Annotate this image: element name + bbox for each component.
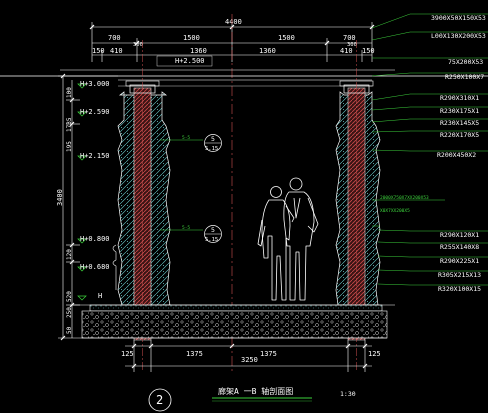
level-h: H xyxy=(98,292,102,300)
drawing-scale: 1:30 xyxy=(340,390,356,398)
dim-bottom-seg-2: 1375 xyxy=(186,350,203,358)
level-h2150: H+2.150 xyxy=(80,152,110,160)
spec-12: R290X225X1 xyxy=(440,257,479,265)
dim-top-small-2: 300 xyxy=(347,42,357,48)
spec-4: R250X100X7 xyxy=(445,73,484,81)
dim-top-sub-6: 150 xyxy=(362,47,375,55)
dim-overall-top: 4400 xyxy=(225,18,242,26)
dim-left-part-7: 50 xyxy=(66,326,73,334)
spec-11: R255X140X8 xyxy=(440,243,479,251)
callout-lower-num: 5 xyxy=(211,226,215,234)
spec-14: R320X100X15 xyxy=(438,285,481,293)
level-h0800: H+0.800 xyxy=(80,235,110,243)
pergola-beam: H+2.500 xyxy=(0,55,488,87)
spec-8: R220X170X5 xyxy=(440,131,479,139)
dim-left-total: 3400 xyxy=(56,189,64,206)
drawing-title-block: 2 廊架A 一B 轴剖面图 1:30 xyxy=(148,386,356,412)
spec-note-1: 2000X750X7XX200X53 xyxy=(380,195,429,201)
spec-10: R290X120X1 xyxy=(440,231,479,239)
callout-upper-sheet: 5.15 xyxy=(205,146,218,152)
spec-13: R305X215X13 xyxy=(438,271,481,279)
dim-top-seg-2: 1500 xyxy=(183,34,200,42)
dim-top-seg-1: 700 xyxy=(108,34,121,42)
dim-left-part-4: 120 xyxy=(66,249,73,260)
dim-top-sub-5: 410 xyxy=(340,47,353,55)
dim-left-part-5: 520 xyxy=(66,291,73,302)
dim-bottom-overall: 3250 xyxy=(241,356,258,364)
level-h3000: H+3.000 xyxy=(80,80,110,88)
callout-upper-num: 5 xyxy=(211,135,215,143)
dim-left-part-3: 1735 xyxy=(66,117,73,132)
level-h2590: H+2.590 xyxy=(80,108,110,116)
spec-texts: 3900X50X150X53 L00X130X200X53 75X200X53 … xyxy=(380,14,486,293)
dim-left-part-2: 195 xyxy=(66,141,73,152)
dim-bottom-seg-4: 125 xyxy=(368,350,381,358)
spec-6: R230X175X1 xyxy=(440,107,479,115)
dim-top-sub-2: 410 xyxy=(110,47,123,55)
drawing-title-text: 廊架A 一B 轴剖面图 xyxy=(218,386,293,396)
dim-top-sub-1: 150 xyxy=(92,47,105,55)
drawing-number: 2 xyxy=(156,393,163,407)
level-h0680: H+0.680 xyxy=(80,263,110,271)
level-h2500: H+2.500 xyxy=(175,57,205,65)
callout-lower-sheet: 5.15 xyxy=(205,237,218,243)
scale-figures xyxy=(257,177,319,301)
spec-5: R290X310X1 xyxy=(440,94,479,102)
callout-upper-label: 5-5 xyxy=(182,135,190,141)
dim-top-seg-3: 1500 xyxy=(278,34,295,42)
spec-note-2: X0X7XX200X5 xyxy=(380,208,410,214)
spec-3: 75X200X53 xyxy=(448,58,483,66)
spec-9: R200X450X2 xyxy=(437,151,476,159)
dim-left-part-1: 100 xyxy=(66,87,73,98)
foundation xyxy=(70,304,395,339)
cad-section-drawing: 4400 700 1500 1500 700 150 410 1360 1360… xyxy=(0,13,488,412)
dim-left-part-6: 250 xyxy=(66,307,73,318)
dim-top-seg-4: 700 xyxy=(343,34,356,42)
spec-7: R230X145X5 xyxy=(440,119,479,127)
dim-bottom-seg-3: 1375 xyxy=(260,350,277,358)
dim-bottom-seg-1: 125 xyxy=(121,350,134,358)
spec-1: 3900X50X150X53 xyxy=(431,14,486,22)
dim-top-sub-3: 1360 xyxy=(190,47,207,55)
callout-lower-label: 5-5 xyxy=(182,225,190,231)
dim-top-sub-4: 1360 xyxy=(259,47,276,55)
spec-2: L00X130X200X53 xyxy=(431,32,486,40)
dim-top-small-1: 300 xyxy=(133,42,143,48)
